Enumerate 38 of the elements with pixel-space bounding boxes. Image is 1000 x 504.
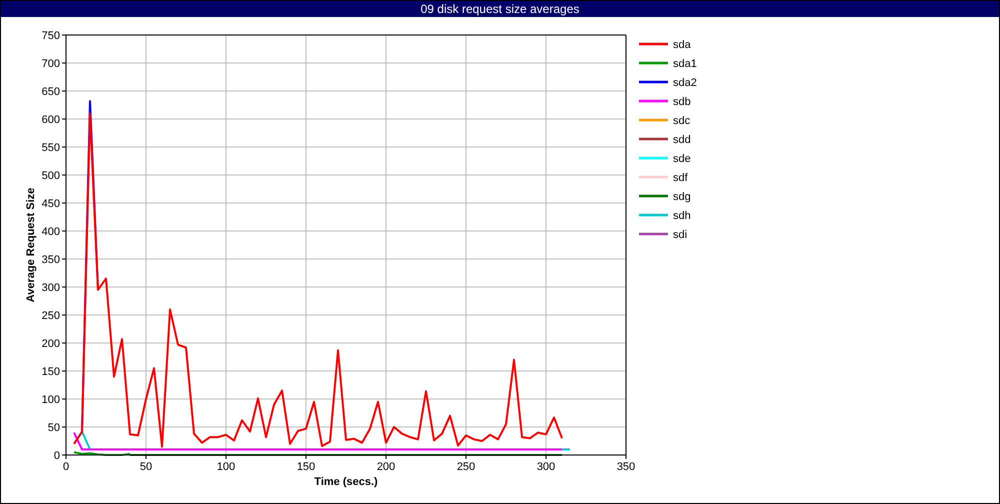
- legend-label: sda1: [673, 58, 697, 70]
- legend-label: sda2: [673, 77, 697, 89]
- legend-label: sdg: [673, 191, 691, 203]
- window-title: 09 disk request size averages: [1, 1, 999, 17]
- legend-label: sdd: [673, 134, 691, 146]
- y-tick-label: 0: [54, 450, 60, 462]
- x-tick-label: 300: [536, 461, 556, 473]
- y-tick-label: 650: [42, 86, 60, 98]
- legend-label: sdh: [673, 210, 691, 222]
- x-tick-label: 250: [456, 461, 476, 473]
- y-axis-title: Average Request Size: [25, 188, 37, 302]
- y-tick-label: 750: [42, 30, 60, 42]
- y-tick-label: 700: [42, 58, 60, 70]
- legend-label: sdb: [673, 96, 691, 108]
- legend-label: sde: [673, 153, 691, 165]
- x-tick-label: 350: [616, 461, 636, 473]
- legend-label: sdc: [673, 115, 690, 127]
- y-tick-label: 550: [42, 142, 60, 154]
- y-tick-label: 400: [42, 226, 60, 238]
- y-tick-label: 100: [42, 394, 60, 406]
- y-tick-label: 200: [42, 338, 60, 350]
- y-tick-label: 450: [42, 198, 60, 210]
- legend-label: sda: [673, 39, 691, 51]
- x-tick-label: 150: [296, 461, 316, 473]
- legend-label: sdf: [673, 172, 688, 184]
- x-tick-label: 100: [216, 461, 236, 473]
- legend-label: sdi: [673, 229, 688, 241]
- y-tick-label: 500: [42, 170, 60, 182]
- y-tick-label: 150: [42, 366, 60, 378]
- y-tick-label: 50: [48, 422, 60, 434]
- y-tick-label: 350: [42, 254, 60, 266]
- x-axis-title: Time (secs.): [314, 476, 378, 488]
- y-tick-label: 600: [42, 114, 60, 126]
- x-tick-label: 50: [140, 461, 152, 473]
- y-tick-label: 300: [42, 282, 60, 294]
- x-tick-label: 200: [376, 461, 396, 473]
- y-tick-label: 250: [42, 310, 60, 322]
- x-tick-label: 0: [62, 461, 70, 473]
